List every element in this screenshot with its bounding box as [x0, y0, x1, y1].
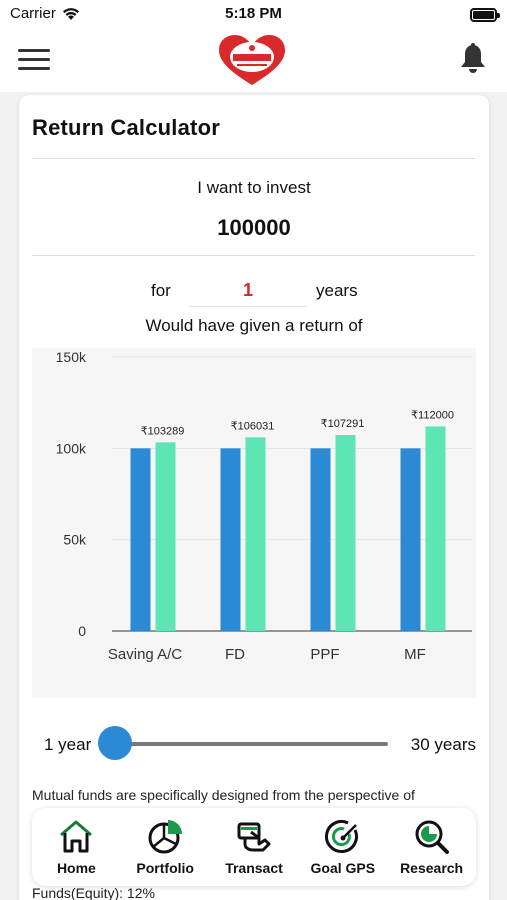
invest-label: I want to invest — [197, 178, 311, 197]
slider-track[interactable] — [116, 742, 388, 746]
divider — [32, 158, 475, 159]
chart-bar — [425, 426, 446, 631]
hamburger-menu-icon[interactable] — [18, 47, 50, 73]
years-slider: 1 year 30 years — [32, 725, 476, 760]
returns-bar-chart: 0 50k 100k 150k ₹103289 Saving A/C ₹106031 FD ₹1… — [32, 348, 476, 698]
bell-icon[interactable] — [459, 43, 487, 75]
bottom-tab-bar: Home Portfolio Transact Goal GPS Researc… — [32, 808, 476, 886]
tab-label: Home — [56, 860, 96, 876]
tab-research[interactable]: Research — [387, 808, 476, 886]
battery-icon — [470, 8, 500, 22]
tab-portfolio[interactable]: Portfolio — [121, 808, 210, 886]
home-icon — [60, 820, 93, 853]
status-time: 5:18 PM — [225, 5, 282, 22]
y-tick-label: 0 — [78, 623, 86, 639]
chart-bar — [220, 448, 241, 631]
slider-min-label: 1 year — [44, 735, 92, 754]
tab-home[interactable]: Home — [32, 808, 121, 886]
slider-max-label: 30 years — [410, 735, 476, 754]
pie-chart-icon — [148, 820, 183, 854]
return-label: Would have given a return of — [145, 316, 363, 335]
chart-bar — [400, 448, 421, 631]
description-text: Mutual funds are specifically designed f… — [32, 787, 415, 803]
bar-data-label: ₹103289 — [141, 425, 185, 437]
tab-goal-gps[interactable]: Goal GPS — [298, 808, 387, 886]
y-tick-label: 50k — [63, 532, 87, 548]
tab-label: Goal GPS — [310, 860, 376, 876]
bar-data-label: ₹112000 — [411, 409, 454, 421]
chart-bar — [155, 442, 176, 631]
y-tick-label: 150k — [56, 349, 87, 365]
chart-bar — [245, 437, 266, 631]
x-tick-label: MF — [404, 646, 426, 663]
chart-bar — [310, 448, 331, 631]
years-input[interactable]: 1 — [189, 275, 307, 307]
chart-bar — [335, 435, 356, 631]
years-label: years — [316, 281, 358, 300]
x-tick-label: FD — [225, 646, 245, 663]
status-bar: Carrier 5:18 PM — [0, 0, 507, 30]
invest-amount-input[interactable]: 100000 — [19, 215, 489, 241]
slider-thumb[interactable] — [98, 726, 132, 760]
tab-label: Research — [400, 860, 464, 876]
x-tick-label: Saving A/C — [108, 646, 182, 663]
bar-data-label: ₹107291 — [321, 418, 365, 430]
returns-bar-chart-svg: 0 50k 100k 150k ₹103289 Saving A/C ₹106031 FD ₹1… — [56, 349, 472, 663]
x-tick-label: PPF — [310, 646, 339, 663]
page-title: Return Calculator — [32, 115, 220, 140]
bar-data-label: ₹106031 — [231, 420, 275, 432]
for-label: for — [151, 281, 171, 300]
top-nav — [0, 30, 507, 92]
tab-transact[interactable]: Transact — [210, 808, 299, 886]
return-calculator-card: Return Calculator I want to invest 10000… — [19, 95, 489, 900]
tab-label: Transact — [225, 860, 283, 876]
y-tick-label: 100k — [56, 440, 87, 456]
divider — [32, 255, 475, 256]
chart-bar — [130, 448, 151, 631]
target-icon — [324, 820, 358, 853]
hand-card-icon — [237, 822, 271, 852]
tab-label: Portfolio — [136, 860, 194, 876]
magnifier-icon — [415, 820, 449, 854]
company-logo — [219, 35, 285, 85]
description-tail: Funds(Equity): 12% — [32, 885, 155, 900]
